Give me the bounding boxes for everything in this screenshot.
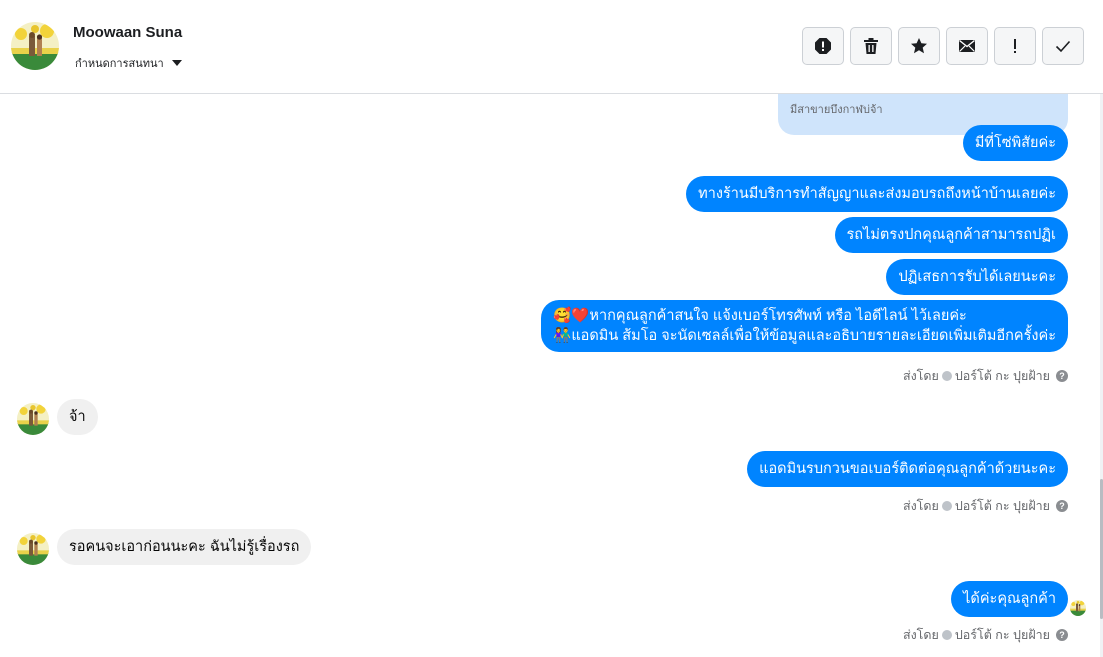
sender-name[interactable]: ปอร์โต้ กะ ปุยฝ้าย [955,625,1050,645]
sent-by-info: ส่งโดย ปอร์โต้ กะ ปุยฝ้าย ? [903,366,1068,386]
sent-by-label: ส่งโดย [902,499,939,513]
help-icon[interactable]: ? [1056,629,1068,641]
incoming-message[interactable]: จ้า [57,399,98,435]
outgoing-message[interactable]: ทางร้านมีบริการทำสัญญาและส่งมอบรถถึงหน้า… [686,176,1068,212]
help-icon[interactable]: ? [1056,500,1068,512]
sent-by-info: ส่งโดย ปอร์โต้ กะ ปุยฝ้าย ? [903,625,1068,645]
message-text: ทางร้านมีบริการทำสัญญาและส่งมอบรถถึงหน้า… [698,186,1056,202]
assign-conversation-label: กำหนดการสนทนา [75,58,164,70]
outgoing-message[interactable]: แอดมินรบกวนขอเบอร์ติดต่อคุณลูกค้าด้วยนะค… [747,451,1068,487]
delete-button[interactable] [850,27,892,65]
sent-by-info: ส่งโดย ปอร์โต้ กะ ปุยฝ้าย ? [903,496,1068,516]
message-thread[interactable]: มีสาขายบึงกาฬบ่จ้า มีที่โซ่พิสัยค่ะ ทางร… [0,94,1103,657]
contact-name[interactable]: Moowaan Suna [73,24,182,41]
message-text: ปฏิเสธการรับได้เลยนะคะ [898,269,1056,285]
verified-dot-icon [941,501,952,511]
star-icon [911,38,927,54]
sender-name[interactable]: ปอร์โต้ กะ ปุยฝ้าย [955,366,1050,386]
outgoing-message[interactable]: มีที่โซ่พิสัยค่ะ [962,125,1068,161]
outgoing-message[interactable]: ได้ค่ะคุณลูกค้า [951,581,1068,617]
verified-dot-icon [941,630,952,640]
verified-dot-icon [941,371,952,381]
follow-up-button[interactable] [994,27,1036,65]
message-text-line: 🥰❤️หากคุณลูกค้าสนใจ แจ้งเบอร์โทรศัพท์ หร… [553,308,967,324]
contact-avatar-small[interactable] [17,403,49,435]
conversation-toolbar [802,27,1084,65]
star-button[interactable] [898,27,940,65]
quoted-reply-text: มีสาขายบึงกาฬบ่จ้า [790,104,883,116]
incoming-message[interactable]: รอคนจะเอาก่อนนะคะ ฉันไม่รู้เรื่องรถ [57,529,312,565]
seen-by-avatar [1070,600,1086,616]
outgoing-message[interactable]: ปฏิเสธการรับได้เลยนะคะ [886,259,1068,295]
contact-avatar[interactable] [11,22,59,70]
message-text: แอดมินรบกวนขอเบอร์ติดต่อคุณลูกค้าด้วยนะค… [759,461,1056,477]
mark-unread-button[interactable] [946,27,988,65]
message-text: มีที่โซ่พิสัยค่ะ [974,135,1056,151]
outgoing-message[interactable]: 🥰❤️หากคุณลูกค้าสนใจ แจ้งเบอร์โทรศัพท์ หร… [541,300,1068,352]
envelope-icon [959,39,975,52]
sender-name[interactable]: ปอร์โต้ กะ ปุยฝ้าย [955,496,1050,516]
contact-avatar-small[interactable] [17,533,49,565]
message-text: จ้า [69,409,86,425]
alert-circle-icon [815,38,831,54]
message-text: รอคนจะเอาก่อนนะคะ ฉันไม่รู้เรื่องรถ [69,539,300,555]
message-text-line: 👫แอดมิน ส้มโอ จะนัดเซลล์เพื่อให้ข้อมูลแล… [553,328,1056,344]
help-icon[interactable]: ? [1056,370,1068,382]
mark-done-button[interactable] [1042,27,1084,65]
sent-by-label: ส่งโดย [902,369,939,383]
caret-down-icon [171,60,182,66]
checkmark-icon [1055,40,1071,53]
outgoing-message[interactable]: รถไม่ตรงปกคุณลูกค้าสามารถปฏิเ [834,217,1068,253]
sent-by-label: ส่งโดย [902,628,939,642]
message-text: รถไม่ตรงปกคุณลูกค้าสามารถปฏิเ [846,227,1057,243]
mark-spam-button[interactable] [802,27,844,65]
exclamation-icon [1014,39,1016,53]
message-text: ได้ค่ะคุณลูกค้า [963,591,1056,607]
trash-icon [864,38,878,54]
assign-conversation-dropdown[interactable]: กำหนดการสนทนา [75,54,182,72]
conversation-header: Moowaan Suna กำหนดการสนทนา [0,0,1103,94]
